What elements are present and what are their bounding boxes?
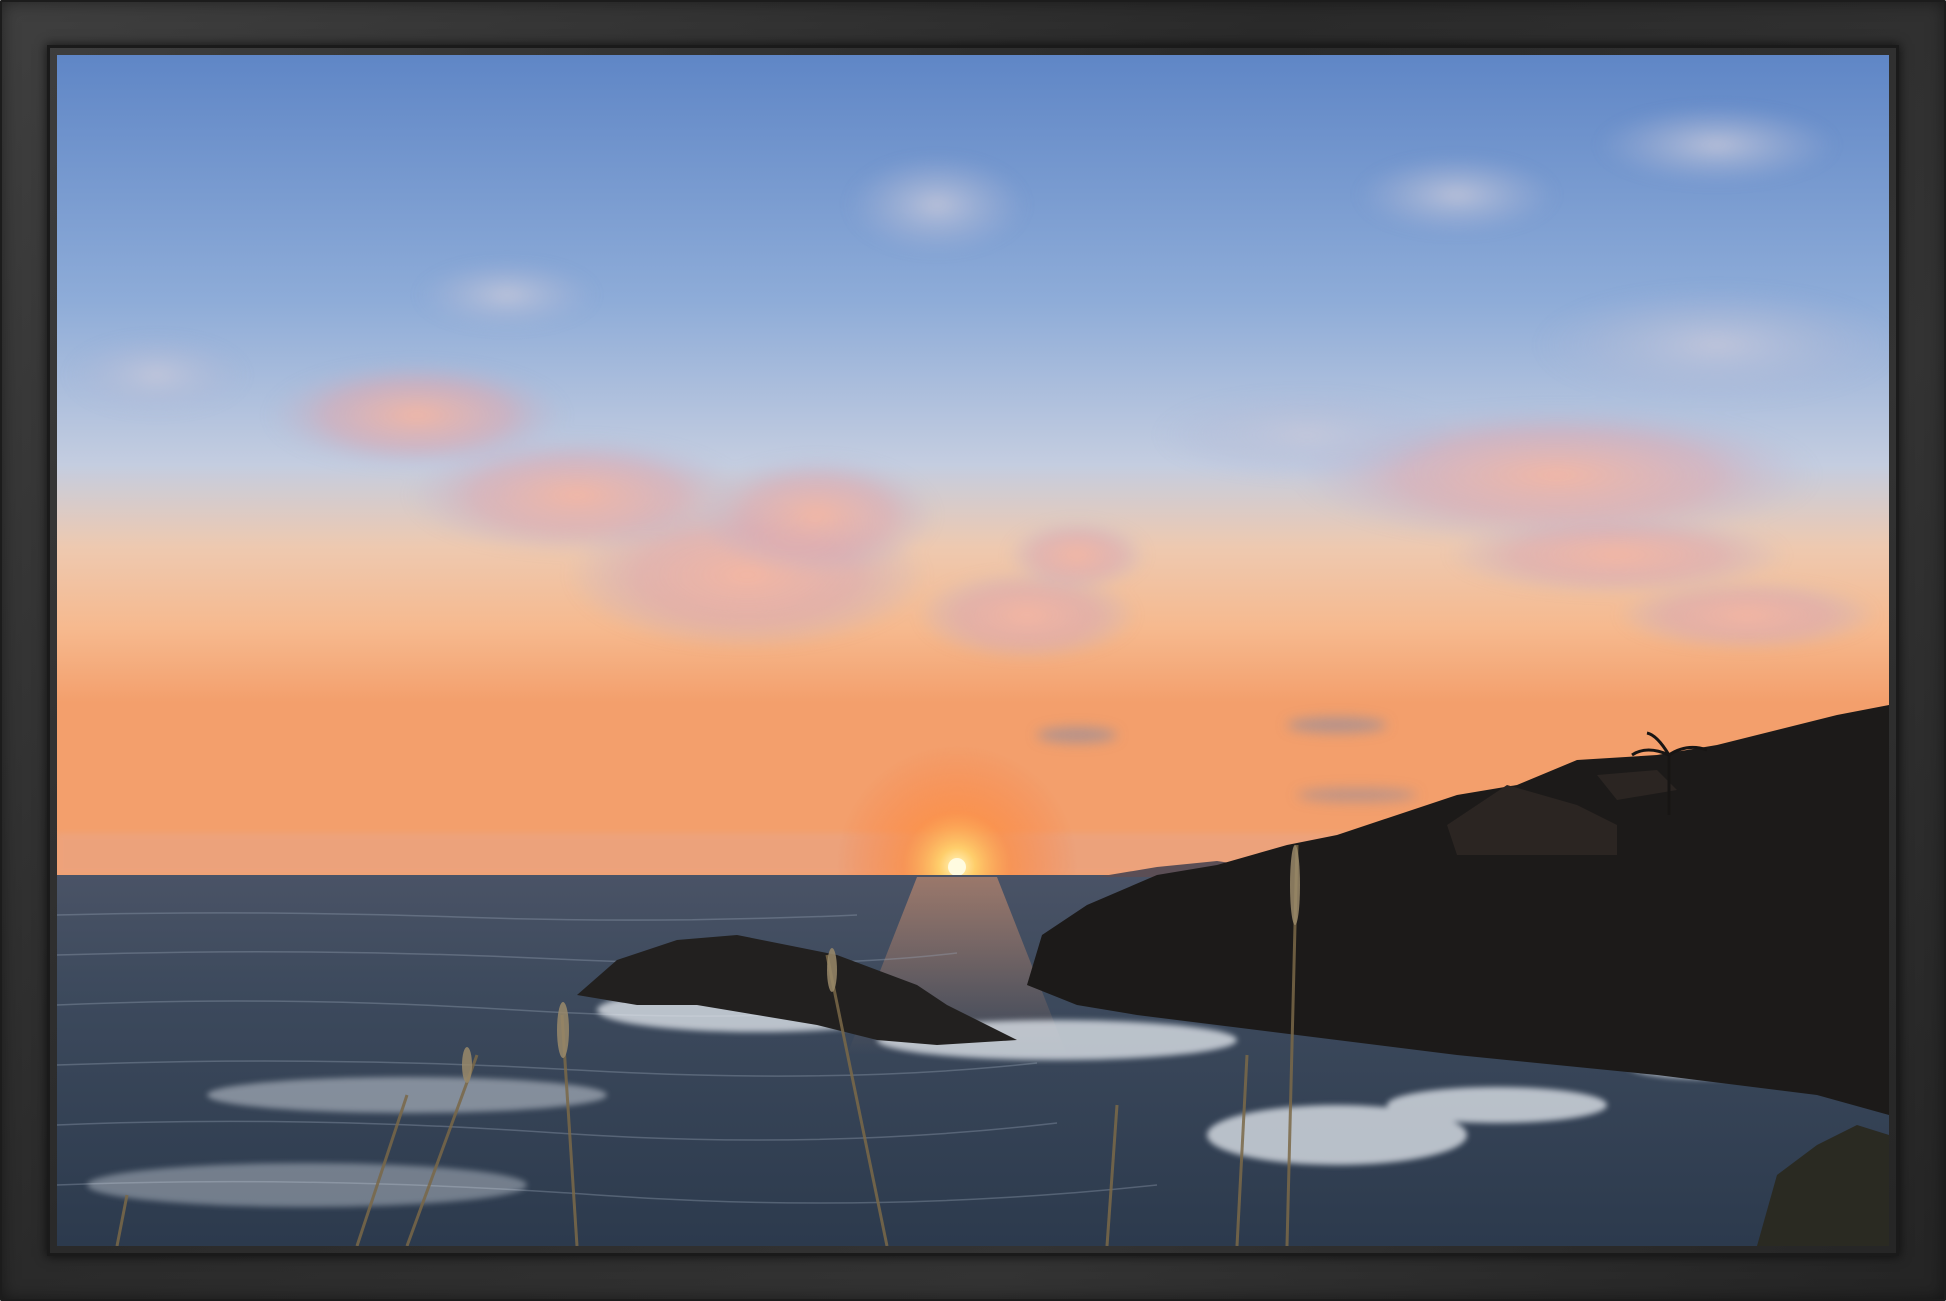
sun <box>948 858 966 876</box>
sunset-photo <box>57 55 1889 1246</box>
sunset-illustration <box>57 55 1889 1246</box>
